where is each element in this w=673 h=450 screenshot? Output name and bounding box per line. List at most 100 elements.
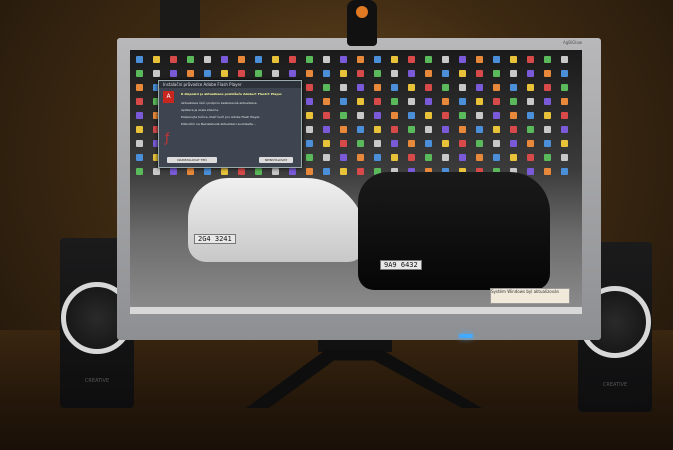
desktop-icon[interactable] [357,126,364,133]
desktop-icon[interactable] [357,140,364,147]
desktop-icon[interactable] [544,154,551,161]
desktop-icon[interactable] [357,168,364,175]
desktop-icon[interactable] [306,84,313,91]
desktop-icon[interactable] [357,98,364,105]
desktop-icon[interactable] [527,140,534,147]
desktop-icon[interactable] [238,70,245,77]
desktop-icon[interactable] [425,98,432,105]
desktop-icon[interactable] [289,70,296,77]
desktop-icon[interactable] [170,168,177,175]
desktop-icon[interactable] [187,56,194,63]
desktop-icon[interactable] [221,168,228,175]
desktop-icon[interactable] [323,126,330,133]
desktop-icon[interactable] [357,56,364,63]
desktop-icon[interactable] [527,70,534,77]
desktop-icon[interactable] [425,140,432,147]
desktop-icon[interactable] [493,154,500,161]
desktop-icon[interactable] [459,56,466,63]
desktop-icon[interactable] [425,70,432,77]
desktop-icon[interactable] [544,56,551,63]
notification-balloon[interactable]: Systém Windows byl aktualizován [490,288,570,304]
desktop-icon[interactable] [340,126,347,133]
desktop-icon[interactable] [544,70,551,77]
desktop-icon[interactable] [136,126,143,133]
desktop-icon[interactable] [476,126,483,133]
desktop-icon[interactable] [357,112,364,119]
desktop-icon[interactable] [204,168,211,175]
desktop-icon[interactable] [306,98,313,105]
desktop-icon[interactable] [527,112,534,119]
desktop-icon[interactable] [527,126,534,133]
desktop-icon[interactable] [323,168,330,175]
desktop-icon[interactable] [153,168,160,175]
taskbar[interactable] [130,307,582,314]
desktop-icon[interactable] [391,70,398,77]
desktop-icon[interactable] [323,84,330,91]
desktop-icon[interactable] [493,84,500,91]
flash-update-dialog[interactable]: Instalační průvodce Adobe Flash Player A… [158,80,302,168]
desktop-icon[interactable] [272,70,279,77]
desktop-icon[interactable] [306,56,313,63]
desktop-icon[interactable] [340,140,347,147]
desktop-icon[interactable] [255,56,262,63]
desktop-icon[interactable] [289,168,296,175]
desktop-icon[interactable] [476,112,483,119]
desktop-icon[interactable] [493,98,500,105]
desktop-icon[interactable] [476,70,483,77]
desktop-icon[interactable] [306,126,313,133]
desktop-icon[interactable] [391,126,398,133]
desktop-icon[interactable] [442,112,449,119]
desktop-icon[interactable] [476,56,483,63]
desktop-icon[interactable] [510,112,517,119]
desktop-icon[interactable] [561,56,568,63]
desktop-icon[interactable] [493,56,500,63]
desktop-icon[interactable] [391,112,398,119]
desktop-icon[interactable] [459,84,466,91]
desktop-icon[interactable] [340,84,347,91]
desktop-icon[interactable] [561,126,568,133]
desktop-icon[interactable] [510,126,517,133]
desktop-icon[interactable] [408,126,415,133]
desktop-icon[interactable] [544,126,551,133]
desktop-icon[interactable] [493,140,500,147]
desktop-icon[interactable] [476,154,483,161]
desktop-icon[interactable] [340,70,347,77]
desktop-icon[interactable] [459,154,466,161]
desktop-icon[interactable] [544,140,551,147]
desktop-icon[interactable] [442,154,449,161]
desktop-icon[interactable] [561,168,568,175]
desktop-icon[interactable] [561,70,568,77]
desktop-icon[interactable] [408,84,415,91]
desktop-icon[interactable] [255,70,262,77]
desktop-icon[interactable] [408,56,415,63]
desktop-icon[interactable] [272,168,279,175]
desktop-icon[interactable] [374,126,381,133]
desktop-icon[interactable] [136,56,143,63]
desktop-icon[interactable] [442,84,449,91]
desktop-icon[interactable] [187,70,194,77]
desktop-icon[interactable] [136,84,143,91]
desktop-icon[interactable] [136,140,143,147]
desktop-icon[interactable] [544,112,551,119]
desktop-icon[interactable] [170,56,177,63]
desktop-icon[interactable] [510,140,517,147]
desktop-icon[interactable] [442,126,449,133]
desktop-icon[interactable] [238,56,245,63]
desktop-icon[interactable] [408,98,415,105]
desktop-icon[interactable] [340,154,347,161]
desktop-icon[interactable] [323,140,330,147]
desktop-icon[interactable] [510,70,517,77]
install-now-button[interactable]: NAINSTALOVAT TEĎ [167,157,217,163]
desktop-icon[interactable] [374,140,381,147]
desktop-icon[interactable] [306,70,313,77]
desktop-icon[interactable] [493,70,500,77]
desktop-icon[interactable] [357,84,364,91]
desktop-icon[interactable] [374,112,381,119]
desktop-icon[interactable] [561,140,568,147]
desktop-icon[interactable] [510,154,517,161]
desktop-icon[interactable] [340,168,347,175]
desktop-icon[interactable] [221,70,228,77]
desktop-icon[interactable] [374,56,381,63]
desktop-icon[interactable] [527,84,534,91]
desktop-icon[interactable] [510,84,517,91]
